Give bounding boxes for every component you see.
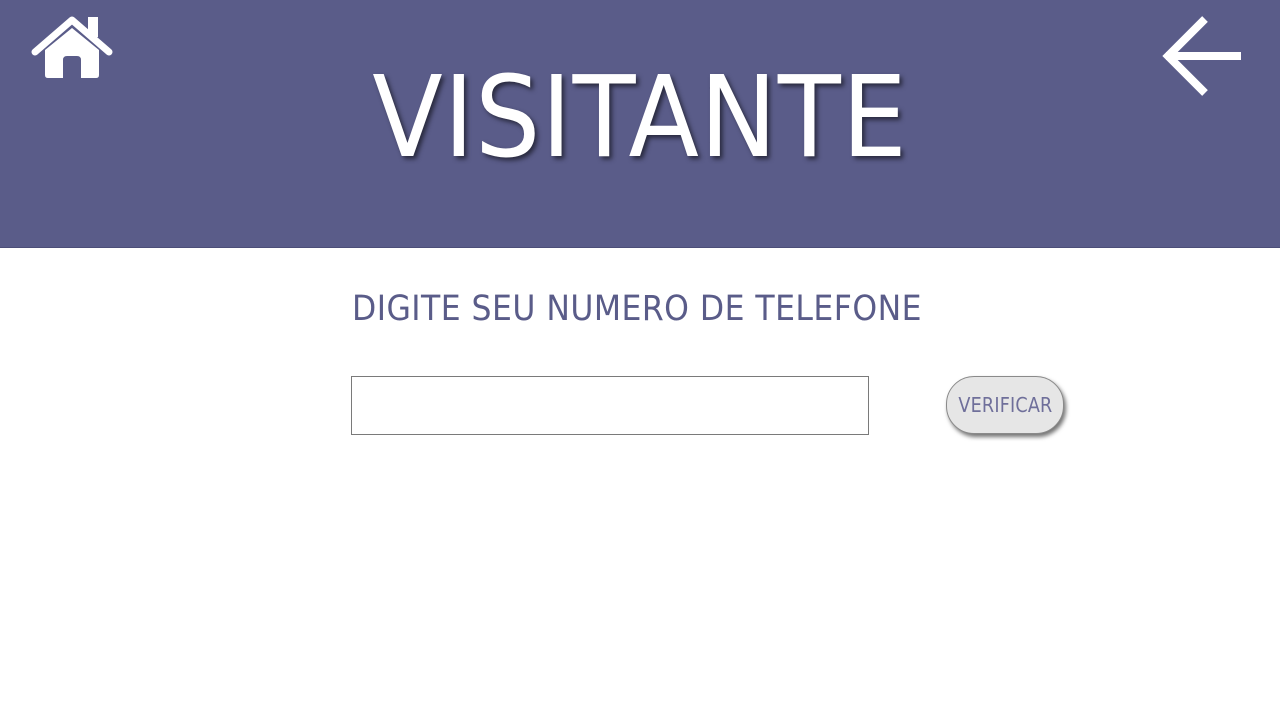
verify-button-label: VERIFICAR <box>957 393 1053 417</box>
header-bar: VISITANTE <box>0 0 1280 248</box>
back-button[interactable] <box>1160 14 1246 98</box>
phone-prompt-label: DIGITE SEU NUMERO DE TELEFONE <box>352 289 922 329</box>
page-title: VISITANTE <box>372 53 908 183</box>
arrow-left-icon <box>1162 16 1241 96</box>
verify-button[interactable]: VERIFICAR <box>946 376 1064 434</box>
phone-number-input[interactable] <box>351 376 869 435</box>
